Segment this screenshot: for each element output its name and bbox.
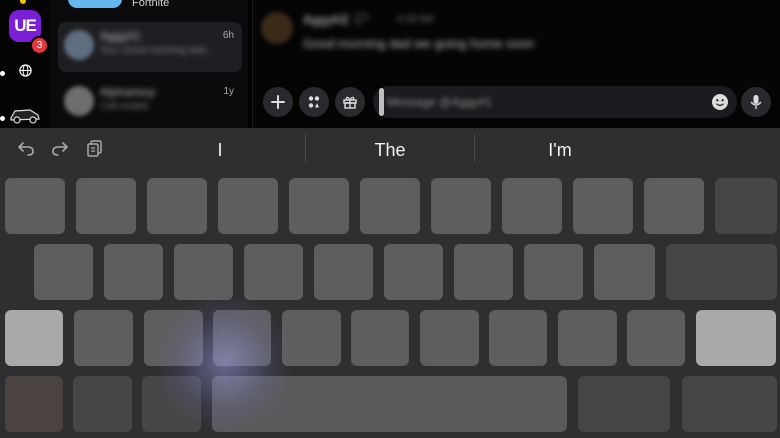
shift-key-left[interactable] [5, 310, 63, 366]
keyboard-dismiss-key[interactable] [682, 376, 777, 432]
suggestion-bar: I The I'm [0, 128, 780, 170]
dm-item[interactable]: Aggy#1 You: Good morning dad... 6h [58, 22, 242, 72]
microphone-icon [750, 95, 762, 109]
onscreen-keyboard: I The I'm [0, 128, 780, 438]
suggestion-3[interactable]: I'm [480, 140, 640, 161]
key[interactable] [144, 310, 203, 366]
dm-name: Alpharissy [100, 85, 156, 99]
key[interactable] [420, 310, 479, 366]
key[interactable] [74, 310, 133, 366]
return-key[interactable] [666, 244, 777, 300]
key[interactable] [627, 310, 685, 366]
key[interactable] [489, 310, 547, 366]
undo-icon[interactable] [17, 139, 35, 157]
key[interactable] [289, 178, 349, 234]
direct-messages-list: Fortnite Aggy#1 You: Good morning dad...… [50, 0, 248, 128]
discord-app: UE 3 Fortnite Aggy#1 You: Good morning d… [0, 0, 780, 128]
key[interactable] [524, 244, 583, 300]
voice-message-button[interactable] [741, 87, 771, 117]
dm-item[interactable]: Alpharissy Call ended 1y [58, 78, 242, 128]
message-input[interactable]: Message @Aggy#1 [373, 86, 737, 118]
key[interactable] [104, 244, 163, 300]
message-timestamp: 4:28 AM [397, 14, 434, 25]
key[interactable] [384, 244, 443, 300]
suggestion-2[interactable]: The [310, 140, 470, 161]
key[interactable] [431, 178, 491, 234]
key[interactable] [244, 244, 303, 300]
message-author[interactable]: AggyKE 🏳 [303, 12, 370, 28]
key[interactable] [147, 178, 207, 234]
globe-icon[interactable] [19, 64, 32, 77]
activity-subtitle: Fortnite [132, 0, 170, 9]
key[interactable] [351, 310, 409, 366]
numbers-key[interactable] [5, 376, 63, 432]
apps-button[interactable] [299, 87, 329, 117]
delete-key[interactable] [715, 178, 777, 234]
server-abbrev: UE [14, 16, 37, 35]
message-text: Good morning dad we going home soon [303, 36, 535, 51]
text-cursor [379, 88, 384, 116]
space-key[interactable] [212, 376, 567, 432]
dm-preview: Call ended [100, 101, 148, 112]
key[interactable] [644, 178, 704, 234]
dictation-key[interactable] [142, 376, 201, 432]
gift-button[interactable] [335, 87, 365, 117]
key[interactable] [573, 178, 633, 234]
emoji-icon[interactable] [711, 93, 729, 111]
suggestion-1[interactable]: I [140, 140, 300, 161]
shift-key-right[interactable] [696, 310, 776, 366]
gift-icon [343, 96, 357, 109]
apps-icon [308, 96, 320, 108]
key[interactable] [174, 244, 233, 300]
unread-dot [0, 71, 5, 76]
unread-dot [0, 116, 5, 121]
key[interactable] [454, 244, 513, 300]
paste-icon[interactable] [86, 139, 104, 157]
notification-badge: 3 [30, 36, 49, 55]
key[interactable] [314, 244, 373, 300]
key[interactable] [360, 178, 420, 234]
message-avatar[interactable] [261, 12, 293, 44]
dm-name: Aggy#1 [100, 29, 141, 43]
key[interactable] [502, 178, 562, 234]
activity-pill[interactable] [68, 0, 122, 8]
numbers-key-right[interactable] [578, 376, 670, 432]
key[interactable] [594, 244, 655, 300]
message-placeholder: Message @Aggy#1 [387, 95, 492, 109]
key[interactable] [34, 244, 93, 300]
key[interactable] [76, 178, 136, 234]
suggestion-divider [305, 134, 306, 162]
avatar [64, 30, 94, 60]
server-rail: UE 3 [0, 0, 50, 128]
key[interactable] [282, 310, 341, 366]
key[interactable] [213, 310, 271, 366]
redo-icon[interactable] [51, 139, 69, 157]
avatar [64, 86, 94, 116]
suggestion-divider [474, 134, 475, 162]
key[interactable] [5, 178, 65, 234]
server-indicator [20, 0, 26, 4]
car-server-icon[interactable] [8, 103, 42, 125]
globe-key[interactable] [73, 376, 132, 432]
dm-time: 1y [223, 86, 234, 97]
dm-preview: You: Good morning dad... [100, 45, 214, 56]
key[interactable] [558, 310, 617, 366]
add-attachment-button[interactable] [263, 87, 293, 117]
dm-time: 6h [222, 30, 234, 41]
key[interactable] [218, 178, 278, 234]
plus-icon [271, 95, 285, 109]
